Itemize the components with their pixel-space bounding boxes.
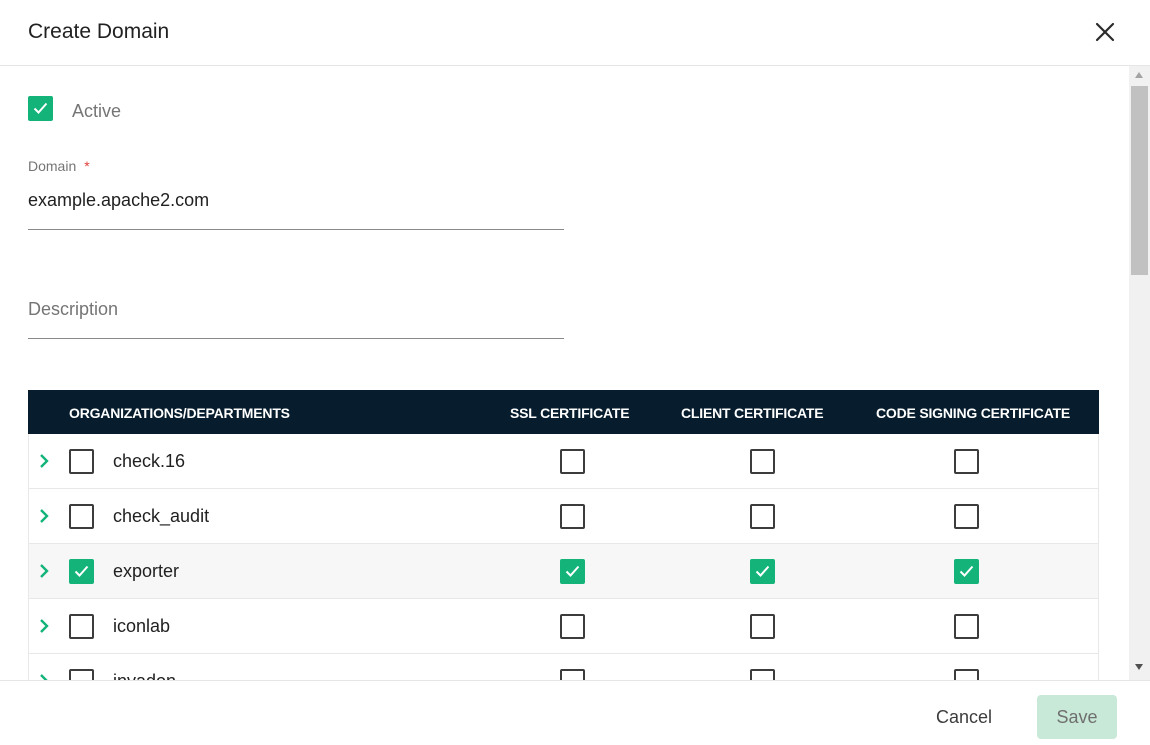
dialog-body: Active Domain * example.apache2.com Descr… [0,66,1150,680]
code-signing-checkbox[interactable] [954,449,979,474]
description-input-underline [28,338,564,339]
table-row: check_audit [28,489,1099,544]
dialog-title: Create Domain [28,20,170,43]
column-header-client: CLIENT CERTIFICATE [681,405,824,421]
code-signing-checkbox[interactable] [954,559,979,584]
org-name: check_audit [113,506,210,526]
org-name: exporter [113,561,180,581]
client-checkbox[interactable] [750,559,775,584]
vertical-scrollbar[interactable] [1129,66,1150,680]
org-name: invadon [113,671,176,680]
table-row: check.16 [28,434,1099,489]
table-row: iconlab [28,599,1099,654]
org-checkbox[interactable] [69,559,94,584]
column-header-ssl: SSL CERTIFICATE [510,405,630,421]
ssl-checkbox[interactable] [560,669,585,680]
dialog-footer: Cancel Save [0,680,1150,745]
description-input[interactable]: Description [28,299,118,320]
chevron-right-icon[interactable] [38,507,52,525]
save-button[interactable]: Save [1037,695,1117,739]
org-checkbox[interactable] [69,614,94,639]
table-row: invadon [28,654,1099,680]
domain-input[interactable]: example.apache2.com [28,190,209,211]
active-label: Active [72,101,122,121]
chevron-right-icon[interactable] [38,562,52,580]
required-mark: * [84,158,90,174]
close-icon[interactable] [1093,20,1117,44]
check-icon [755,565,770,577]
check-icon [33,102,48,114]
table-header: ORGANIZATIONS/DEPARTMENTS SSL CERTIFICAT… [28,390,1099,434]
ssl-checkbox[interactable] [560,449,585,474]
dialog-header: Create Domain [0,0,1150,66]
domain-input-underline [28,229,564,230]
active-checkbox[interactable] [28,96,53,121]
chevron-right-icon[interactable] [38,672,52,680]
chevron-right-icon[interactable] [38,617,52,635]
scroll-down-arrow-icon[interactable] [1135,664,1143,670]
create-domain-dialog: Create Domain Active Domain * example.apa… [0,0,1150,745]
client-checkbox[interactable] [750,669,775,680]
column-header-code-signing: CODE SIGNING CERTIFICATE [876,405,1071,421]
org-checkbox[interactable] [69,449,94,474]
org-name: check.16 [113,451,186,471]
check-icon [565,565,580,577]
check-icon [74,565,89,577]
org-checkbox[interactable] [69,504,94,529]
cancel-button[interactable]: Cancel [918,695,1010,739]
chevron-right-icon[interactable] [38,452,52,470]
table-body: check.16 check_audit exporter iconlab invado… [28,434,1099,680]
client-checkbox[interactable] [750,504,775,529]
org-checkbox[interactable] [69,669,94,680]
scroll-up-arrow-icon[interactable] [1135,72,1143,78]
check-icon [959,565,974,577]
client-checkbox[interactable] [750,614,775,639]
org-name: iconlab [113,616,171,636]
table-row: exporter [28,544,1099,599]
scroll-thumb[interactable] [1131,86,1148,275]
ssl-checkbox[interactable] [560,559,585,584]
code-signing-checkbox[interactable] [954,614,979,639]
code-signing-checkbox[interactable] [954,504,979,529]
code-signing-checkbox[interactable] [954,669,979,680]
client-checkbox[interactable] [750,449,775,474]
ssl-checkbox[interactable] [560,614,585,639]
domain-label: Domain * [28,158,90,174]
ssl-checkbox[interactable] [560,504,585,529]
domain-label-text: Domain [28,158,77,174]
organizations-table: ORGANIZATIONS/DEPARTMENTS SSL CERTIFICAT… [28,390,1099,680]
column-header-organizations: ORGANIZATIONS/DEPARTMENTS [69,405,290,421]
